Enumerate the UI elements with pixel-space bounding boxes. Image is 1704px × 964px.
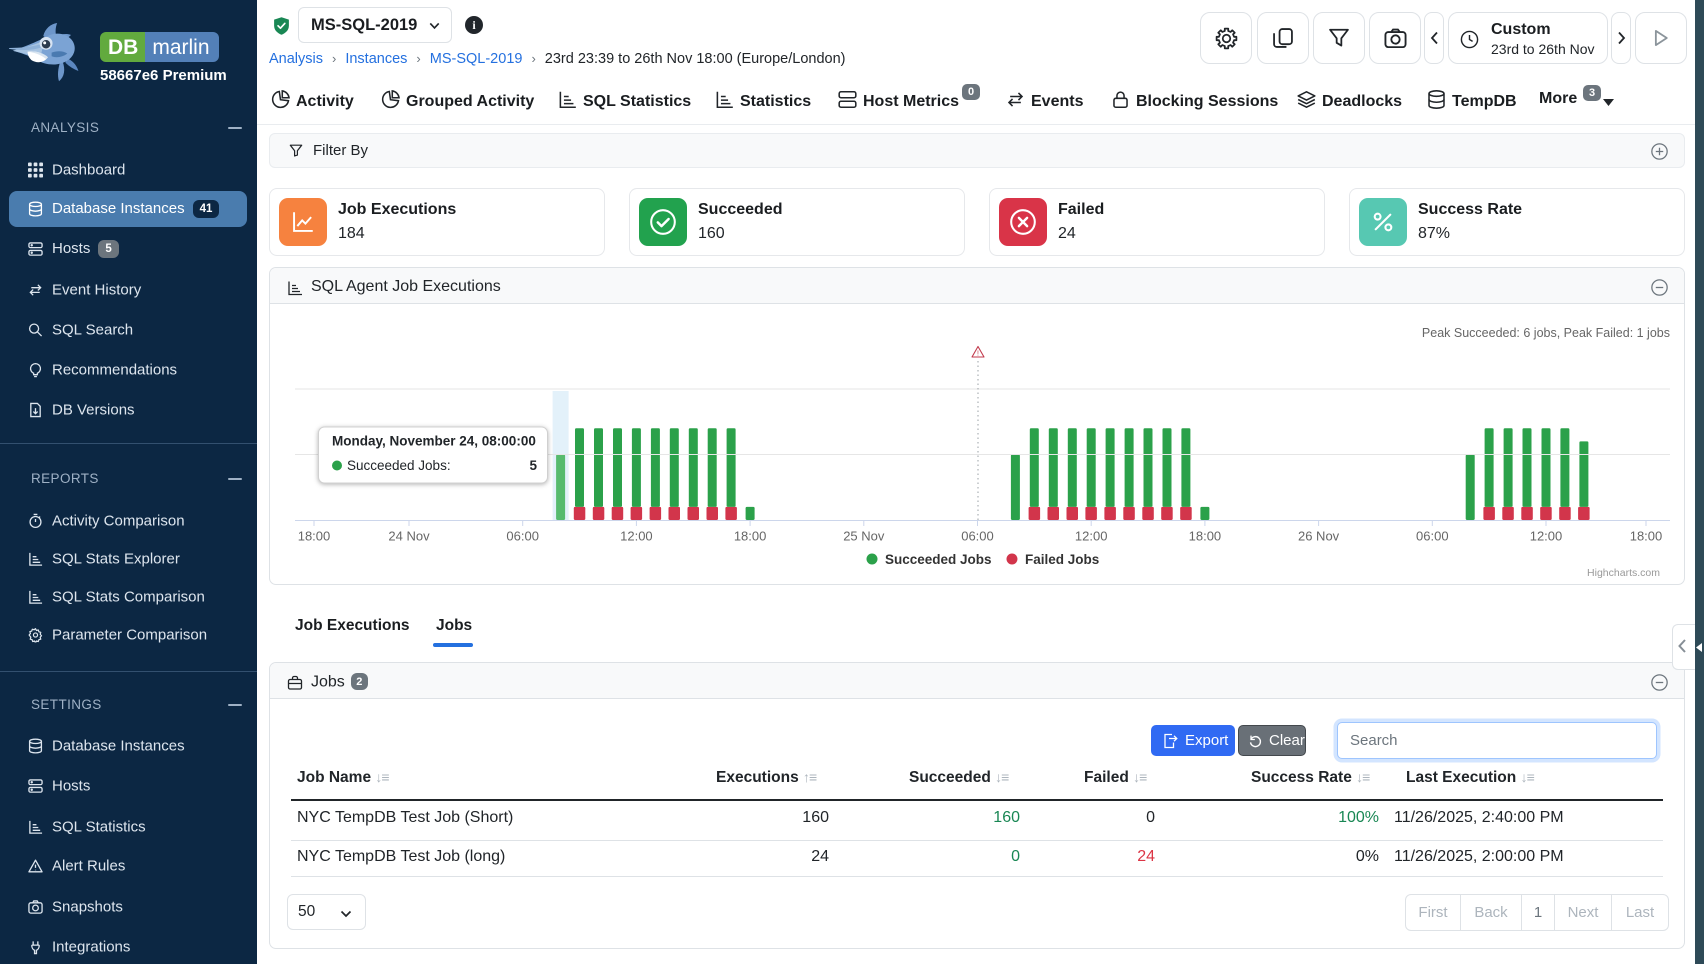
- svg-text:12:00: 12:00: [620, 529, 653, 544]
- svg-text:26 Nov: 26 Nov: [1298, 529, 1340, 544]
- svg-text:25 Nov: 25 Nov: [843, 529, 885, 544]
- svg-text:12:00: 12:00: [1075, 529, 1108, 544]
- svg-text:Monday, November 24, 08:00:00: Monday, November 24, 08:00:00: [332, 434, 536, 449]
- svg-text:Failed Jobs: Failed Jobs: [1025, 552, 1099, 567]
- svg-text:06:00: 06:00: [1416, 529, 1449, 544]
- svg-text:18:00: 18:00: [734, 529, 767, 544]
- svg-text:Highcharts.com: Highcharts.com: [1587, 567, 1660, 579]
- svg-text:18:00: 18:00: [1630, 529, 1663, 544]
- svg-text:12:00: 12:00: [1530, 529, 1563, 544]
- svg-text:06:00: 06:00: [961, 529, 994, 544]
- svg-text:!: !: [977, 351, 979, 358]
- svg-text:24 Nov: 24 Nov: [388, 529, 430, 544]
- svg-text:Peak Succeeded: 6 jobs, Peak F: Peak Succeeded: 6 jobs, Peak Failed: 1 j…: [1422, 326, 1670, 340]
- svg-text:5: 5: [529, 458, 537, 473]
- svg-text:18:00: 18:00: [298, 529, 331, 544]
- svg-text:18:00: 18:00: [1189, 529, 1222, 544]
- svg-text:Succeeded Jobs: Succeeded Jobs: [885, 552, 992, 567]
- svg-text:06:00: 06:00: [506, 529, 539, 544]
- svg-text:Succeeded Jobs:: Succeeded Jobs:: [347, 458, 451, 473]
